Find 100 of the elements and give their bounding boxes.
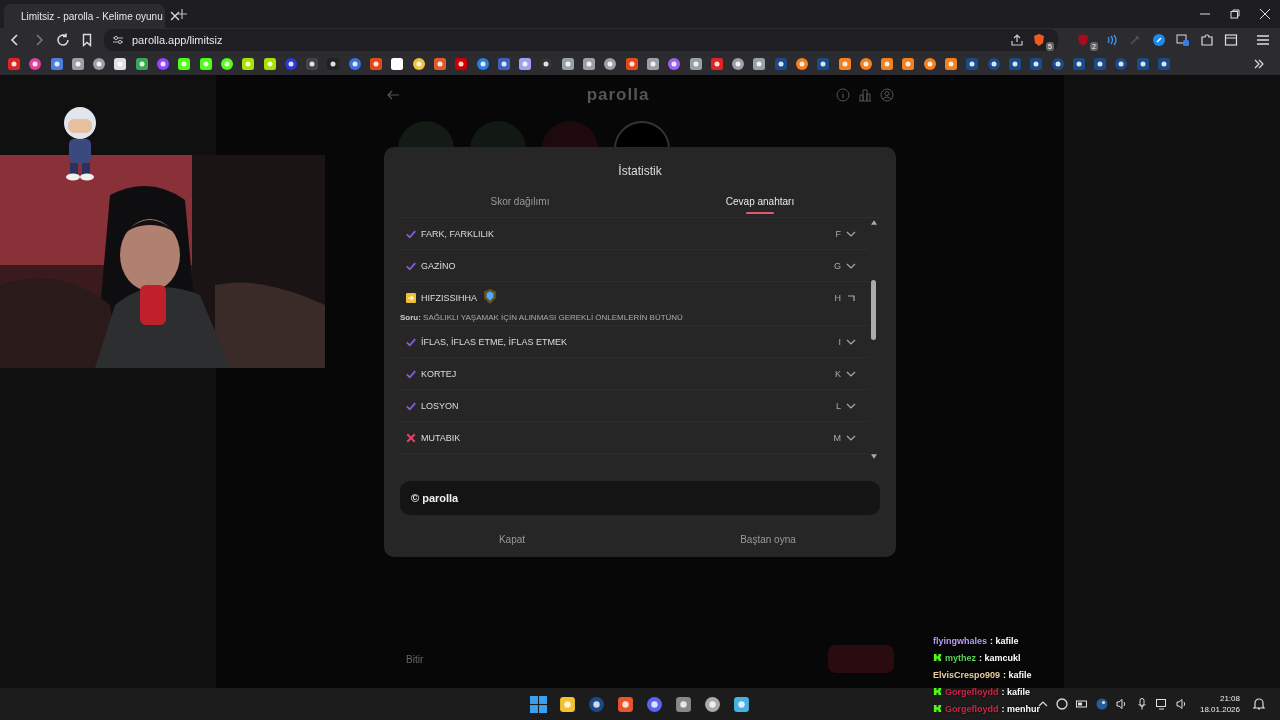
scrollbar-thumb[interactable]	[871, 280, 876, 340]
bookmark-icon[interactable]	[178, 57, 191, 70]
chat-message: : kafile	[1003, 669, 1032, 680]
bookmark-icon[interactable]	[966, 57, 979, 70]
bookmark-icon[interactable]	[29, 57, 42, 70]
bookmark-icon[interactable]	[646, 57, 659, 70]
bookmark-icon[interactable]	[859, 57, 872, 70]
clock-time[interactable]: 21:08	[1219, 693, 1240, 704]
bookmark-icon[interactable]	[80, 33, 94, 47]
bookmark-icon[interactable]	[923, 57, 936, 70]
back-arrow-icon[interactable]	[386, 88, 400, 102]
bookmark-icon[interactable]	[881, 57, 894, 70]
new-tab-icon[interactable]	[177, 9, 187, 19]
bookmark-icon[interactable]	[732, 57, 745, 70]
share-icon[interactable]	[1010, 33, 1024, 47]
bookmark-icon[interactable]	[306, 57, 319, 70]
close-button[interactable]: Kapat	[384, 530, 640, 549]
menu-icon[interactable]	[1256, 33, 1270, 47]
bookmark-icon[interactable]	[604, 57, 617, 70]
bookmark-icon[interactable]	[625, 57, 638, 70]
bookmark-icon[interactable]	[561, 57, 574, 70]
bookmark-icon[interactable]	[710, 57, 723, 70]
taskbar-app-icon[interactable]	[733, 695, 750, 713]
bookmark-icon[interactable]	[242, 57, 255, 70]
close-icon[interactable]	[169, 11, 180, 21]
site-settings-icon[interactable]	[112, 34, 124, 46]
bookmark-icon[interactable]	[497, 57, 510, 70]
bookmark-icon[interactable]	[668, 57, 681, 70]
bookmark-icon[interactable]	[476, 57, 489, 70]
notification-icon[interactable]	[1252, 697, 1266, 711]
bookmark-icon[interactable]	[370, 57, 383, 70]
bookmark-icon[interactable]	[1051, 57, 1064, 70]
chat-username: Gorgefloydd	[945, 686, 999, 697]
scroll-down-icon[interactable]	[871, 454, 877, 459]
speaker-icon[interactable]	[1175, 698, 1188, 710]
taskbar-app-icon[interactable]	[617, 695, 634, 713]
tab[interactable]: Cevap anahtarı	[640, 196, 880, 217]
chat-username: mythez	[945, 652, 976, 663]
taskbar-app-icon[interactable]	[559, 695, 576, 713]
restart-button[interactable]: Baştan oyna	[640, 530, 896, 549]
bookmark-icon[interactable]	[284, 57, 297, 70]
bookmark-icon[interactable]	[327, 57, 340, 70]
bookmark-icon[interactable]	[519, 57, 532, 70]
bookmark-icon[interactable]	[1008, 57, 1021, 70]
puzzle-icon[interactable]	[1200, 33, 1214, 47]
bookmark-icon[interactable]	[71, 57, 84, 70]
bookmark-icon[interactable]	[540, 57, 553, 70]
bookmark-icon[interactable]	[220, 57, 233, 70]
bookmark-icon[interactable]	[433, 57, 446, 70]
taskbar-app-icon[interactable]	[704, 695, 721, 713]
reload-icon[interactable]	[56, 33, 70, 47]
bookmark-icon[interactable]	[1072, 57, 1085, 70]
clock-date[interactable]: 18.01.2026	[1199, 704, 1240, 715]
bookmark-icon[interactable]	[157, 57, 170, 70]
windows-icon[interactable]	[1176, 33, 1190, 47]
bookmark-icon[interactable]	[902, 57, 915, 70]
bookmark-icon[interactable]	[753, 57, 766, 70]
answer-word: LOSYON	[421, 400, 459, 411]
bookmark-icon[interactable]	[199, 57, 212, 70]
bookmark-icon[interactable]	[583, 57, 595, 70]
taskbar-app-icon[interactable]	[588, 695, 605, 713]
bookmark-icon[interactable]	[1094, 57, 1107, 70]
answer-word: GAZİNO	[421, 260, 456, 271]
bookmark-icon[interactable]	[455, 57, 468, 70]
bookmark-icon[interactable]	[838, 57, 851, 70]
speaker-icon[interactable]	[1115, 698, 1128, 710]
taskbar-app-icon[interactable]	[646, 695, 663, 713]
bookmark-icon[interactable]	[1136, 57, 1149, 70]
bookmark-icon[interactable]	[796, 57, 808, 70]
close-icon[interactable]	[1260, 9, 1270, 19]
sidebar-icon[interactable]	[1224, 33, 1238, 47]
tab[interactable]: Skor dağılımı	[400, 196, 640, 217]
network-icon[interactable]	[1155, 698, 1168, 710]
taskbar-app-icon[interactable]	[675, 695, 692, 713]
bookmark-icon[interactable]	[987, 57, 1000, 70]
microphone-icon[interactable]	[1135, 698, 1148, 710]
bookmark-icon[interactable]	[391, 57, 404, 70]
bookmark-icon[interactable]	[8, 57, 20, 70]
bookmark-icon[interactable]	[135, 57, 148, 70]
bookmark-icon[interactable]	[1030, 57, 1043, 70]
battery-icon[interactable]	[1075, 698, 1088, 710]
bookmark-icon[interactable]	[774, 57, 787, 70]
chat-message: : kafile	[1001, 686, 1030, 697]
bookmark-icon[interactable]	[93, 57, 106, 70]
bookmark-icon[interactable]	[1158, 57, 1171, 70]
restore-icon[interactable]	[1230, 9, 1240, 19]
answer-letter: M	[833, 432, 841, 443]
bookmark-icon[interactable]	[114, 57, 127, 70]
bookmark-icon[interactable]	[689, 57, 702, 70]
chevron-icon[interactable]	[1254, 58, 1264, 69]
bookmark-icon[interactable]	[50, 57, 63, 70]
bookmark-icon[interactable]	[348, 57, 361, 70]
bookmark-icon[interactable]	[945, 57, 958, 70]
scroll-up-icon[interactable]	[871, 220, 877, 225]
bookmark-icon[interactable]	[263, 57, 276, 70]
finish-button[interactable]: Bitir	[386, 653, 424, 665]
start-icon[interactable]	[530, 695, 547, 713]
bookmark-icon[interactable]	[1115, 57, 1128, 70]
bookmark-icon[interactable]	[817, 57, 830, 70]
bookmark-icon[interactable]	[412, 57, 425, 70]
